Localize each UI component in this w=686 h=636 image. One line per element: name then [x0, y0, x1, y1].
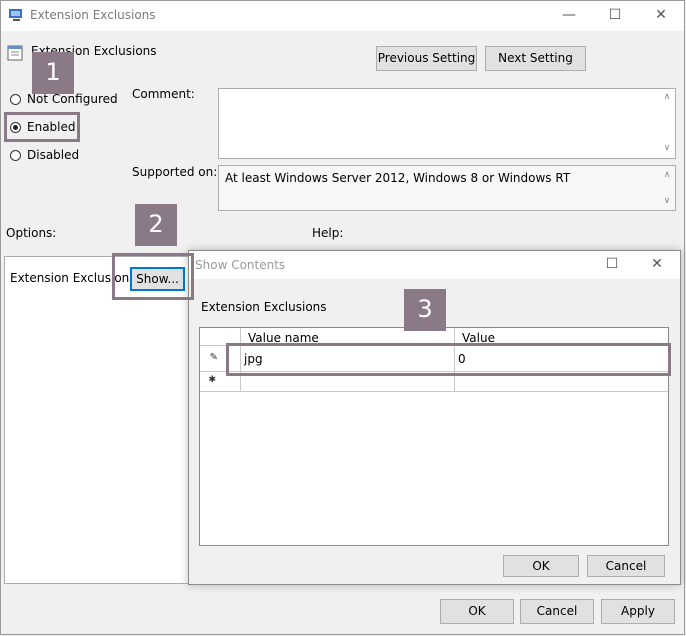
options-panel: [4, 256, 194, 584]
supported-on-label: Supported on:: [132, 165, 218, 179]
help-label: Help:: [312, 226, 344, 240]
scroll-down-icon[interactable]: ∨: [659, 143, 675, 153]
setting-icon: [7, 45, 23, 61]
supported-on-field: At least Windows Server 2012, Windows 8 …: [218, 165, 676, 211]
dialog-cancel-button[interactable]: Cancel: [587, 555, 665, 577]
callout-box-show: [112, 253, 194, 300]
radio-circle-icon: [10, 150, 21, 161]
dialog-title: Show Contents: [195, 258, 286, 272]
close-icon[interactable]: ✕: [638, 1, 684, 31]
minimize-icon[interactable]: —: [546, 1, 592, 31]
comment-field[interactable]: [218, 88, 676, 159]
scroll-up-icon[interactable]: ∧: [659, 170, 675, 180]
callout-badge-1: 1: [32, 52, 74, 94]
scroll-down-icon[interactable]: ∨: [659, 196, 675, 206]
callout-badge-3: 3: [404, 289, 446, 331]
callout-badge-2: 2: [135, 204, 177, 246]
close-icon[interactable]: ✕: [634, 251, 680, 279]
radio-label-disabled: Disabled: [27, 148, 80, 162]
scroll-up-icon[interactable]: ∧: [659, 92, 675, 102]
previous-setting-button[interactable]: Previous Setting: [376, 46, 477, 71]
options-label: Options:: [6, 226, 57, 240]
dialog-ok-button[interactable]: OK: [503, 555, 579, 577]
radio-label-not-configured: Not Configured: [27, 92, 118, 106]
dialog-list-label: Extension Exclusions: [201, 300, 327, 314]
cancel-button[interactable]: Cancel: [520, 599, 594, 624]
maximize-icon[interactable]: ☐: [589, 251, 635, 279]
apply-button[interactable]: Apply: [601, 599, 675, 624]
next-setting-button[interactable]: Next Setting: [485, 46, 586, 71]
supported-on-value: At least Windows Server 2012, Windows 8 …: [225, 171, 571, 185]
maximize-icon[interactable]: ☐: [592, 1, 638, 31]
window-title: Extension Exclusions: [30, 8, 156, 22]
comment-label: Comment:: [132, 87, 195, 101]
app-icon: [8, 7, 24, 23]
ok-button[interactable]: OK: [440, 599, 514, 624]
radio-circle-icon: [10, 94, 21, 105]
callout-box-enabled: [4, 112, 80, 142]
callout-box-row: [226, 343, 671, 376]
